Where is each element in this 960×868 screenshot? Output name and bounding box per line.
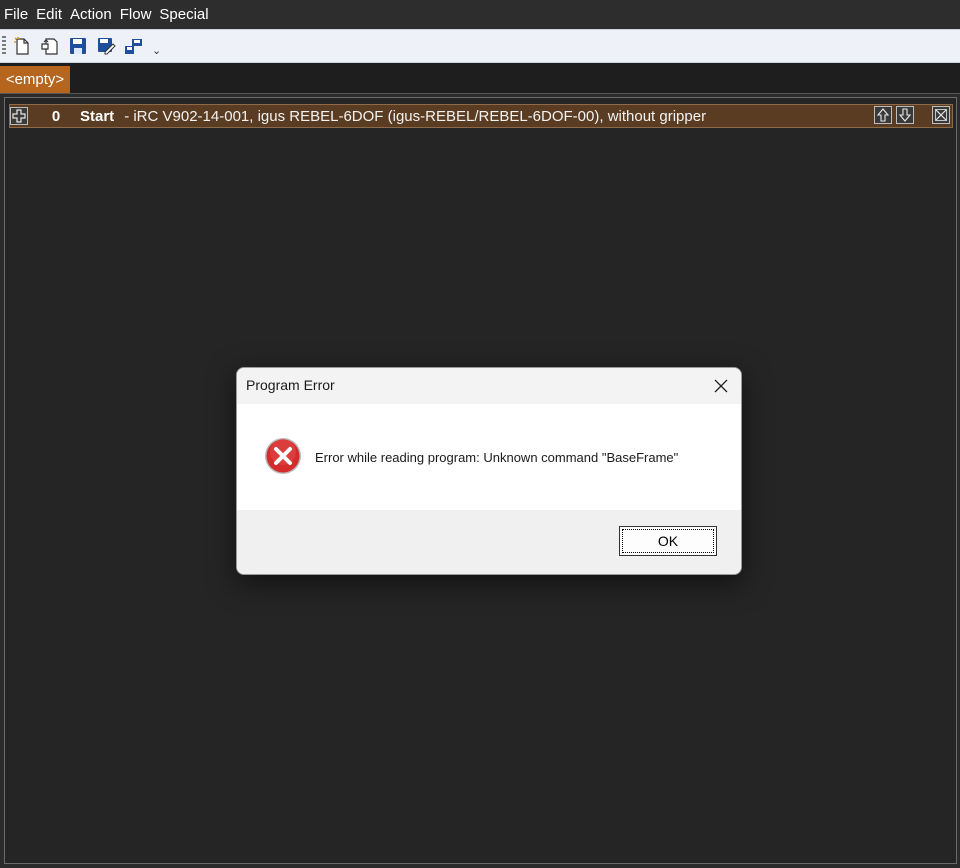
arrow-down-icon [898,108,912,122]
toolbar-grip[interactable] [2,36,6,56]
delete-row-button[interactable] [932,106,950,124]
menu-flow[interactable]: Flow [116,0,156,29]
menu-special[interactable]: Special [155,0,212,29]
toolbar: ⌄ [0,29,960,63]
row-description: - iRC V902-14-001, igus REBEL-6DOF (igus… [124,107,707,125]
save-button[interactable] [66,34,90,58]
save-as-icon [98,38,116,55]
save-as-button[interactable] [94,34,118,58]
menu-bar: File Edit Action Flow Special [0,0,960,29]
row-command: Start [80,107,115,125]
dialog-title: Program Error [246,377,335,393]
dialog-close-button[interactable] [711,376,731,396]
program-tab-strip: <empty> [0,63,960,94]
upload-button[interactable] [122,34,146,58]
plus-icon [12,109,26,123]
menu-file[interactable]: File [0,0,32,29]
close-icon [714,379,728,393]
new-program-button[interactable] [10,34,34,58]
dialog-footer: OK [237,510,741,574]
error-icon [265,438,301,474]
error-dialog: Program Error Error while reading progra… [236,367,742,575]
save-icon [70,38,86,54]
row-index: 0 [51,107,61,125]
program-row[interactable]: 0 Start - iRC V902-14-001, igus REBEL-6D… [9,104,953,128]
row-actions [874,106,950,124]
dialog-message: Error while reading program: Unknown com… [315,450,679,465]
menu-action[interactable]: Action [66,0,116,29]
dialog-body: Error while reading program: Unknown com… [237,404,741,510]
ok-button[interactable]: OK [619,526,717,556]
move-up-button[interactable] [874,106,892,124]
arrow-up-icon [876,108,890,122]
new-icon [14,37,29,55]
open-icon [41,38,58,55]
open-program-button[interactable] [38,34,62,58]
tab-empty[interactable]: <empty> [0,66,70,93]
expand-button[interactable] [10,107,28,125]
menu-edit[interactable]: Edit [32,0,66,29]
toolbar-overflow-icon[interactable]: ⌄ [152,44,161,57]
delete-icon [935,109,947,121]
move-down-button[interactable] [896,106,914,124]
dialog-titlebar[interactable]: Program Error [237,368,741,404]
upload-icon [125,39,142,54]
